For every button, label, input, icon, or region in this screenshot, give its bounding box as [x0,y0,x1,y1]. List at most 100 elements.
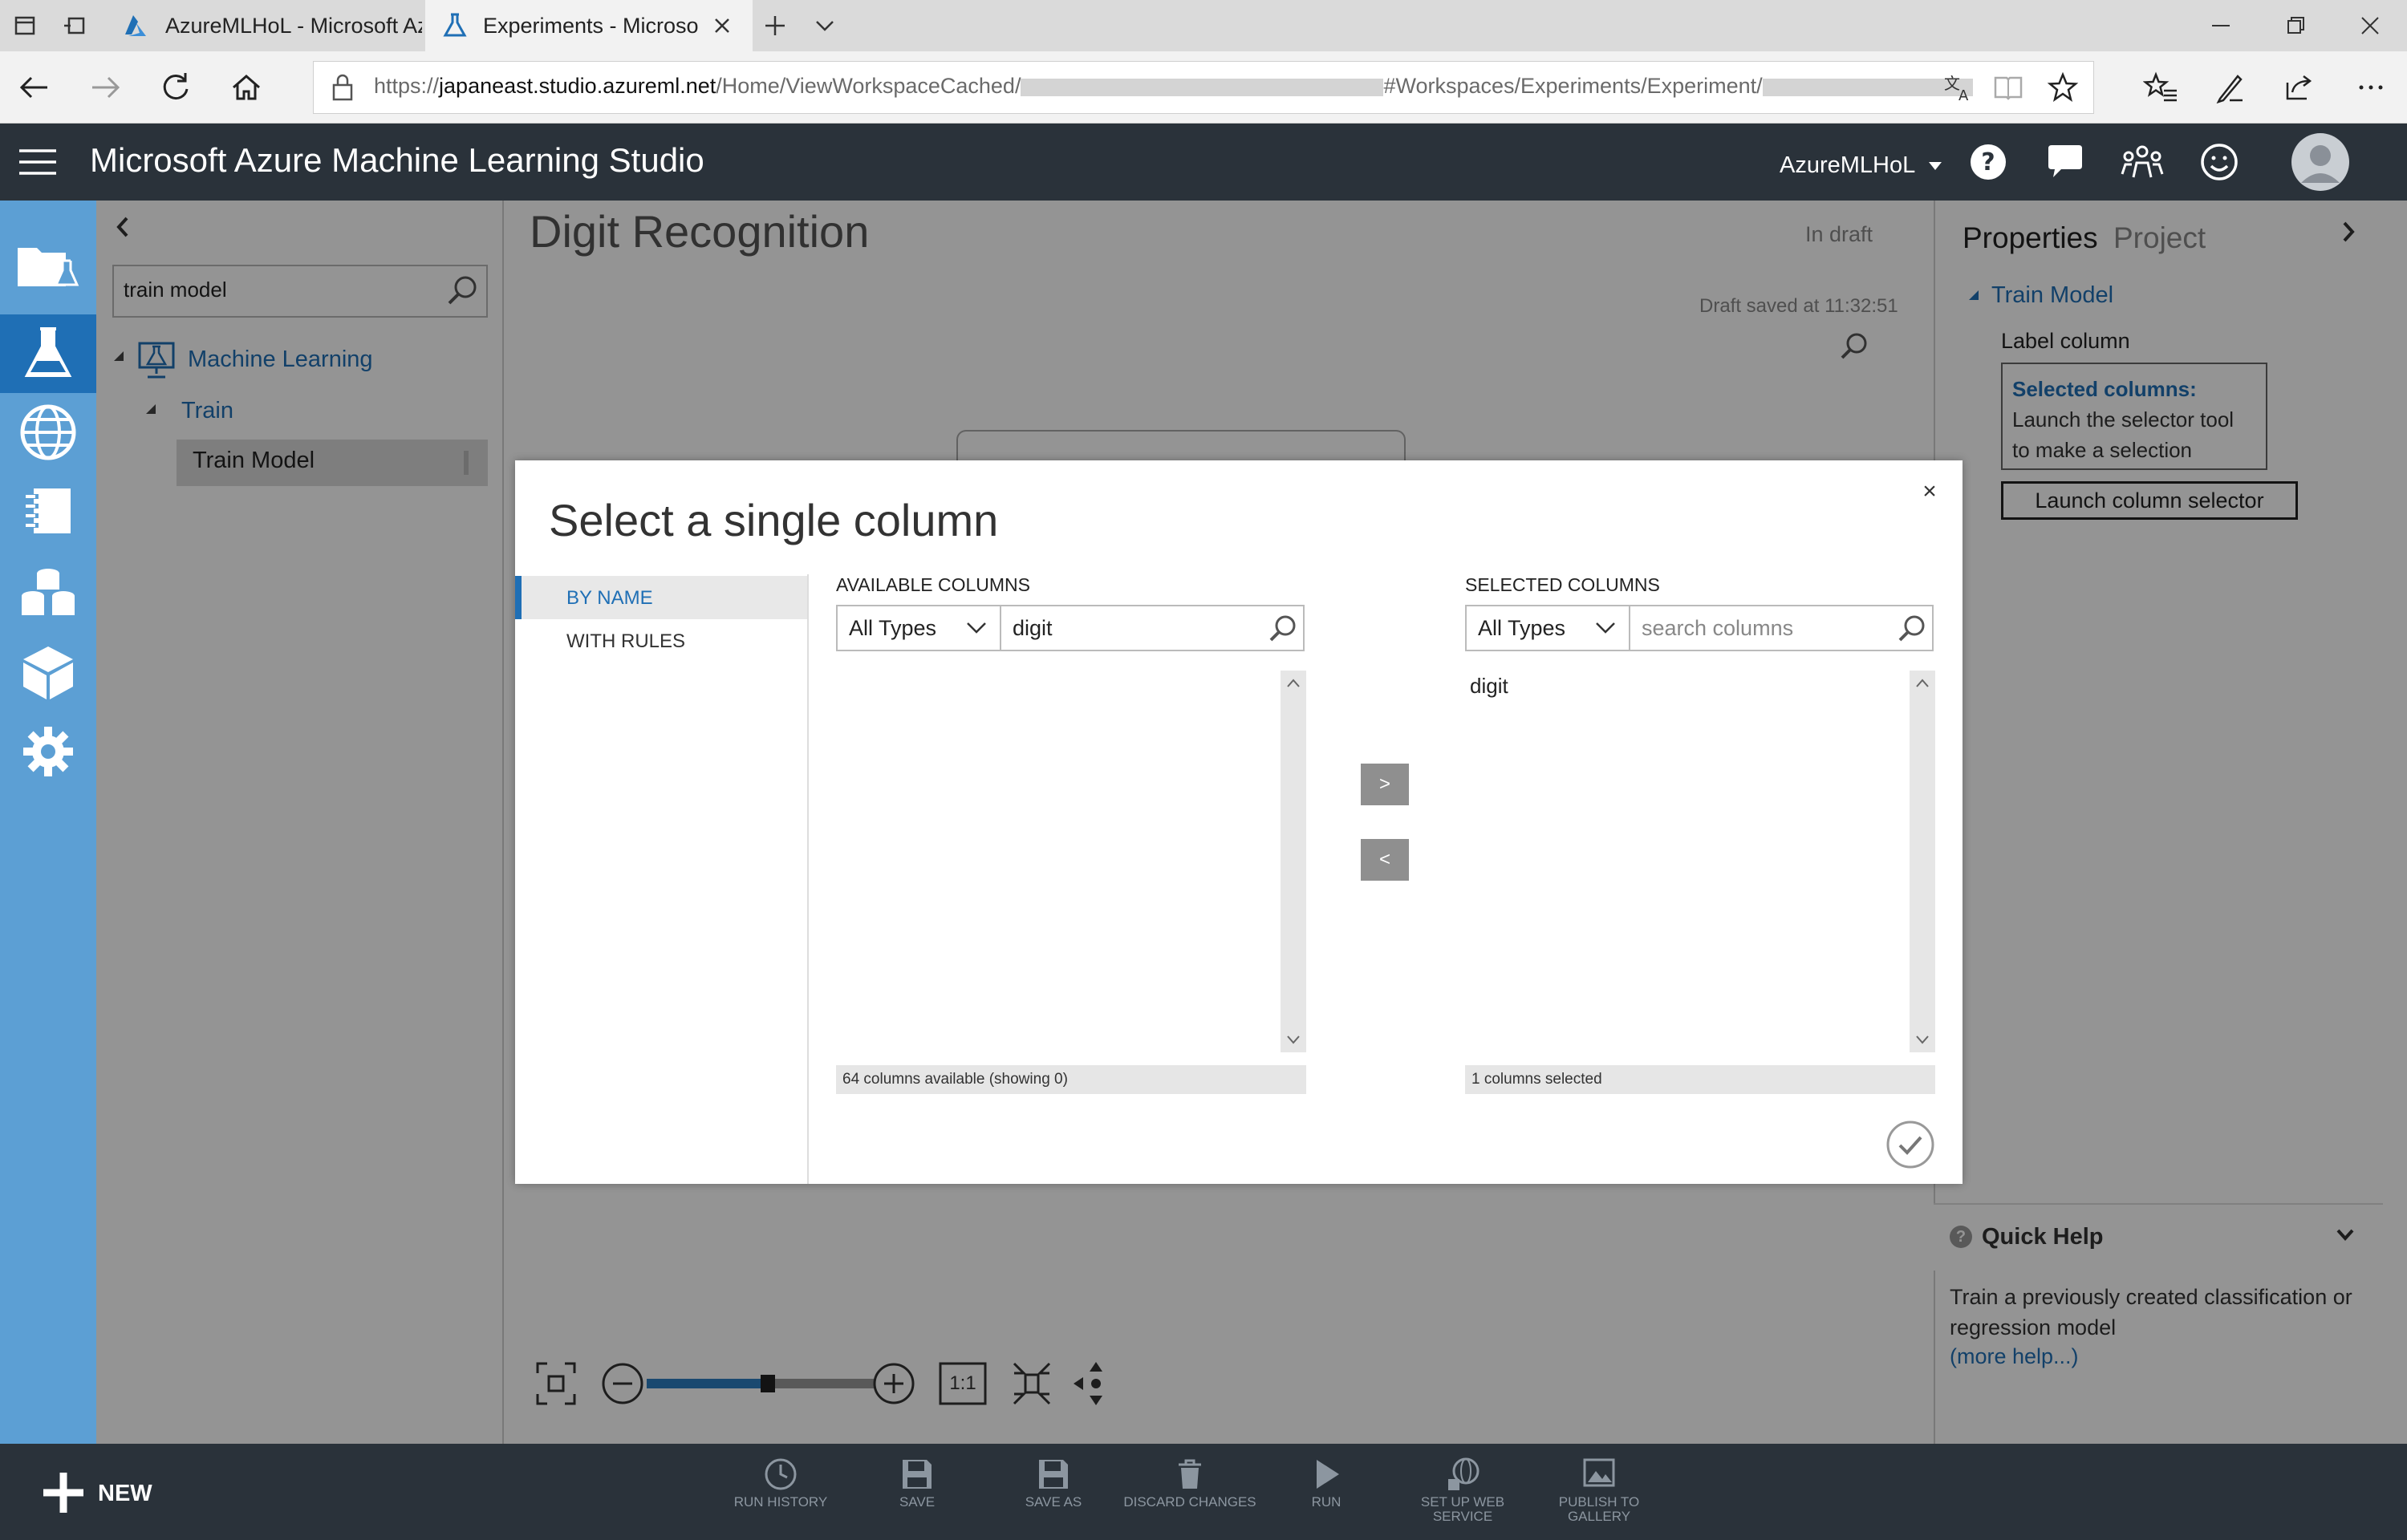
save-button[interactable]: SAVE [849,1457,985,1537]
trash-icon [1179,1459,1201,1489]
selected-type-filter[interactable]: All Types [1465,605,1630,651]
run-button[interactable]: RUN [1258,1457,1394,1537]
available-search-input[interactable]: digit [1000,605,1305,651]
browser-tab-experiments[interactable]: Experiments - Microsoft [425,0,753,51]
remove-column-button[interactable]: < [1361,839,1409,881]
favorite-star-icon[interactable] [2035,59,2091,116]
search-icon[interactable] [1266,613,1298,645]
command-label: RUN HISTORY [733,1494,828,1510]
hamburger-menu-icon[interactable] [18,146,58,178]
redacted-block [1021,78,1384,96]
close-tab-icon[interactable] [712,16,732,35]
url-path: #Workspaces/Experiments/Experiment/ [1383,74,1763,98]
new-button[interactable]: NEW [98,1481,152,1507]
selected-status: 1 columns selected [1465,1065,1935,1094]
type-filter-value: All Types [1478,615,1566,640]
selected-search-placeholder: search columns [1642,615,1794,640]
datasets-icon[interactable] [0,553,96,632]
dialog-tab-divider [807,574,809,1184]
reading-view-icon[interactable] [1980,59,2036,116]
publish-to-gallery-button[interactable]: PUBLISH TO GALLERY [1531,1457,1667,1537]
svg-text:A: A [1958,87,1969,103]
community-icon[interactable] [2117,136,2168,188]
feedback-chat-icon[interactable] [2040,136,2091,188]
url-path: /Home/ViewWorkspaceCached/ [716,74,1021,98]
run-history-button[interactable]: RUN HISTORY [712,1457,849,1537]
url-prefix: https:// [374,74,440,98]
save-as-button[interactable]: SAVE AS [985,1457,1122,1537]
restore-icon[interactable] [2259,0,2333,51]
web-note-icon[interactable] [2202,59,2258,116]
notebooks-icon[interactable] [0,472,96,550]
command-label: SAVE [899,1494,936,1510]
tab-actions-icon[interactable] [11,11,40,40]
command-label: RUN [1311,1494,1342,1510]
flask-tab-icon [443,13,467,38]
trained-models-cube-icon[interactable] [0,634,96,712]
web-services-globe-icon[interactable] [0,393,96,472]
web-service-icon [1448,1457,1480,1490]
discard-changes-button[interactable]: DISCARD CHANGES [1122,1457,1258,1537]
clock-icon [765,1458,797,1490]
chevron-down-icon [966,621,987,635]
workspace-name: AzureMLHoL [1780,152,1915,178]
selected-columns-list[interactable] [1465,671,1935,1052]
tab-with-rules[interactable]: WITH RULES [566,630,685,653]
play-icon [1317,1460,1339,1489]
back-icon[interactable] [6,59,63,116]
add-column-button[interactable]: > [1361,764,1409,805]
available-search-value: digit [1013,615,1053,640]
available-scrollbar[interactable] [1281,671,1306,1052]
user-avatar[interactable] [2290,132,2351,192]
translate-icon[interactable]: 文A [1930,59,1987,116]
gallery-icon [1583,1458,1615,1487]
new-tab-icon[interactable] [761,11,789,40]
save-icon [903,1460,932,1489]
dialog-title: Select a single column [549,495,999,545]
forward-icon[interactable] [77,59,133,116]
save-as-icon [1039,1460,1068,1489]
browser-tab-azure[interactable]: AzureMLHoL - Microsoft Az [104,0,422,51]
tab-list-chevron-icon[interactable] [810,11,839,40]
tab-by-name[interactable] [515,576,807,619]
checkmark-ok-icon[interactable] [1885,1120,1935,1169]
plus-icon[interactable] [42,1471,85,1514]
tab-by-name-label[interactable]: BY NAME [566,587,653,610]
share-icon[interactable] [2271,59,2327,116]
svg-text:?: ? [1981,148,1995,176]
set-tabs-aside-icon[interactable] [61,11,90,40]
command-label: PUBLISH TO GALLERY [1558,1494,1640,1524]
workspace-selector[interactable]: AzureMLHoL [1780,152,1942,179]
favorites-hub-icon[interactable] [2133,59,2189,116]
search-icon[interactable] [1895,613,1927,645]
available-status: 64 columns available (showing 0) [836,1065,1306,1094]
available-columns-list[interactable] [836,671,1306,1052]
available-type-filter[interactable]: All Types [836,605,1001,651]
more-options-icon[interactable] [2343,59,2399,116]
command-label: DISCARD CHANGES [1123,1494,1256,1510]
available-columns-header: AVAILABLE COLUMNS [836,574,1031,595]
experiments-flask-icon[interactable] [0,314,96,393]
refresh-icon[interactable] [148,59,204,116]
url-text[interactable]: https://japaneast.studio.azureml.net/Hom… [374,74,1973,99]
app-title: Microsoft Azure Machine Learning Studio [90,141,704,179]
selected-columns-header: SELECTED COLUMNS [1465,574,1660,595]
selected-search-input[interactable]: search columns [1629,605,1934,651]
help-icon[interactable]: ? [1963,136,2014,188]
command-label: SET UP WEB SERVICE [1420,1494,1505,1524]
home-icon[interactable] [218,59,274,116]
list-item[interactable]: digit [1470,674,1508,699]
projects-icon[interactable] [0,228,96,306]
caret-down-icon [1929,162,1942,171]
minimize-icon[interactable] [2184,0,2258,51]
svg-text:文: 文 [1944,74,1960,93]
smiley-feedback-icon[interactable] [2194,136,2245,188]
chevron-down-icon [1595,621,1616,635]
selected-scrollbar[interactable] [1910,671,1935,1052]
close-window-icon[interactable] [2333,0,2407,51]
settings-gear-icon[interactable] [0,712,96,791]
close-icon[interactable]: × [1916,478,1943,505]
command-label: SAVE AS [1025,1494,1082,1510]
set-up-web-service-button[interactable]: SET UP WEB SERVICE [1394,1457,1531,1537]
type-filter-value: All Types [849,615,937,640]
